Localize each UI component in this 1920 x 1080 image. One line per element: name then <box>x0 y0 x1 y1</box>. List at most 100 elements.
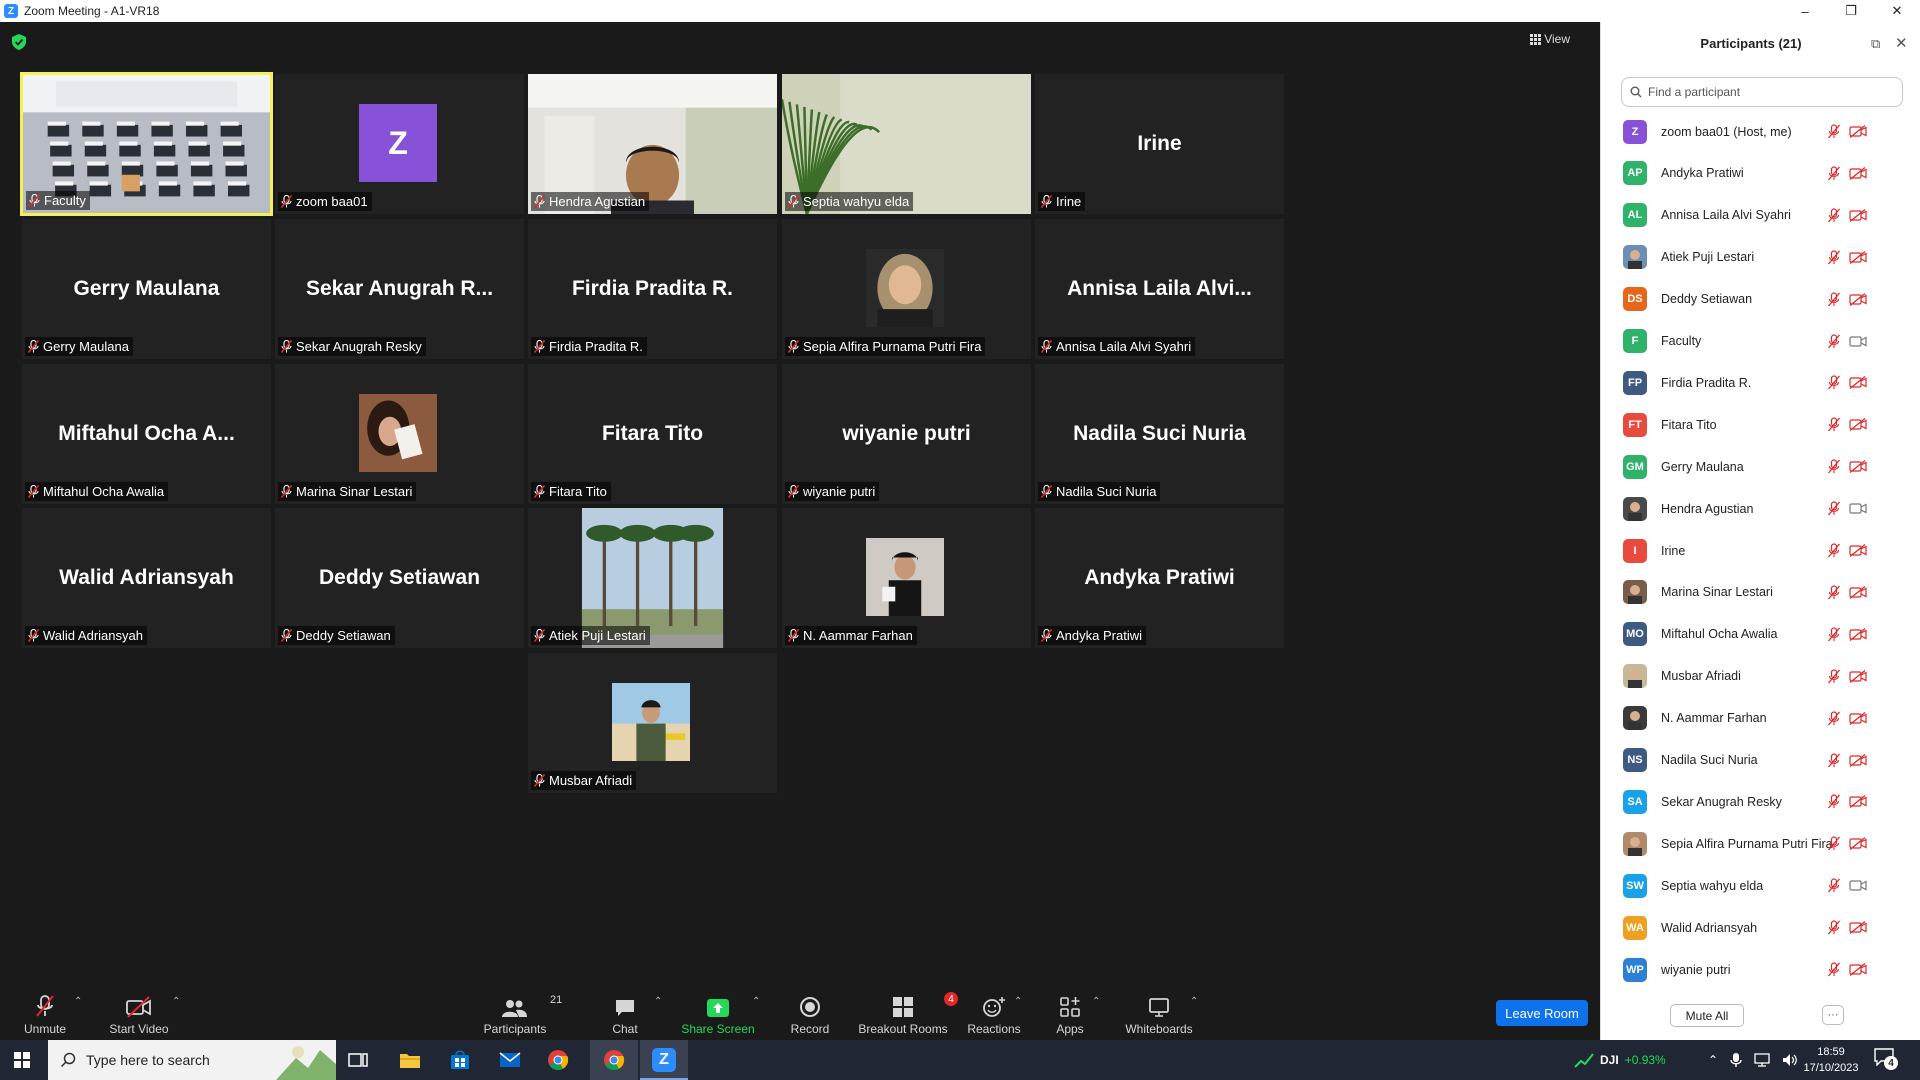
reactions-options-caret[interactable]: ⌃ <box>1014 996 1022 1007</box>
mic-muted-icon[interactable] <box>1827 208 1841 223</box>
mic-muted-icon[interactable] <box>1827 375 1841 390</box>
participant-row[interactable]: GM Gerry Maulana <box>1601 446 1920 487</box>
participant-row[interactable]: SA Sekar Anugrah Resky <box>1601 781 1920 822</box>
start-video-button[interactable]: Start Video <box>106 990 172 1040</box>
participant-row[interactable]: SW Septia wahyu elda <box>1601 865 1920 906</box>
chrome-icon[interactable] <box>546 1048 570 1072</box>
video-off-icon[interactable] <box>1849 921 1867 935</box>
close-icon[interactable]: ✕ <box>1874 0 1920 22</box>
mic-muted-icon[interactable] <box>1827 836 1841 851</box>
video-off-icon[interactable] <box>1849 585 1867 599</box>
mic-muted-icon[interactable] <box>1827 710 1841 726</box>
participant-row[interactable]: Musbar Afriadi <box>1601 656 1920 697</box>
unmute-button[interactable]: Unmute <box>18 990 72 1040</box>
zoom-taskbar-item[interactable]: Z <box>640 1040 688 1080</box>
video-on-icon[interactable] <box>1849 502 1867 515</box>
more-options-button[interactable]: ··· <box>1822 1005 1844 1025</box>
apps-button[interactable]: Apps <box>1054 990 1086 1040</box>
video-on-icon[interactable] <box>1849 335 1867 348</box>
mic-muted-icon[interactable] <box>1827 752 1841 768</box>
mic-muted-icon[interactable] <box>1827 878 1841 893</box>
mic-muted-icon[interactable] <box>1827 459 1841 474</box>
windows-start-icon[interactable] <box>14 1052 30 1068</box>
video-tile[interactable]: Sepia Alfira Purnama Putri Fira <box>782 219 1031 359</box>
video-tile[interactable]: Walid Adriansyah Walid Adriansyah <box>22 508 271 648</box>
video-on-icon[interactable] <box>1849 879 1867 892</box>
mic-muted-icon[interactable] <box>1827 124 1841 139</box>
mic-muted-icon[interactable] <box>1827 543 1841 558</box>
popout-icon[interactable]: ⧉ <box>1871 36 1880 52</box>
video-off-icon[interactable] <box>1849 376 1867 390</box>
mic-muted-icon[interactable] <box>1827 794 1841 809</box>
restore-icon[interactable]: ❐ <box>1828 0 1874 22</box>
participant-row[interactable]: Sepia Alfira Purnama Putri Fira <box>1601 823 1920 864</box>
taskbar-search[interactable] <box>48 1040 336 1080</box>
video-off-icon[interactable] <box>1849 460 1867 474</box>
participant-row[interactable]: N. Aammar Farhan <box>1601 698 1920 739</box>
mic-muted-icon[interactable] <box>1827 627 1841 642</box>
mic-muted-icon[interactable] <box>1827 250 1841 265</box>
video-tile[interactable]: Atiek Puji Lestari <box>528 508 777 648</box>
video-tile[interactable]: N. Aammar Farhan <box>782 508 1031 648</box>
audio-options-caret[interactable]: ⌃ <box>74 996 82 1007</box>
video-tile[interactable]: wiyanie putri wiyanie putri <box>782 364 1031 504</box>
mic-muted-icon[interactable] <box>1827 585 1841 600</box>
video-off-icon[interactable] <box>1849 795 1867 809</box>
mic-muted-icon[interactable] <box>1827 962 1841 977</box>
video-tile[interactable]: Irine Irine <box>1035 74 1284 214</box>
network-icon[interactable] <box>1754 1053 1770 1067</box>
participant-row[interactable]: WA Walid Adriansyah <box>1601 907 1920 948</box>
record-button[interactable]: Record <box>788 990 832 1040</box>
participant-row[interactable]: AL Annisa Laila Alvi Syahri <box>1601 195 1920 236</box>
share-options-caret[interactable]: ⌃ <box>752 996 760 1007</box>
taskbar-clock[interactable]: 18:59 17/10/2023 <box>1800 1044 1862 1076</box>
video-tile[interactable]: Miftahul Ocha A... Miftahul Ocha Awalia <box>22 364 271 504</box>
video-off-icon[interactable] <box>1849 962 1867 977</box>
video-tile[interactable]: Gerry Maulana Gerry Maulana <box>22 219 271 359</box>
video-off-icon[interactable] <box>1849 166 1867 180</box>
mic-muted-icon[interactable] <box>1827 920 1841 935</box>
video-off-icon[interactable] <box>1849 124 1867 139</box>
task-view-icon[interactable] <box>346 1048 370 1072</box>
stock-widget[interactable]: DJI +0.93% <box>1574 1040 1666 1080</box>
participant-search-input[interactable] <box>1648 85 1888 99</box>
mute-all-button[interactable]: Mute All <box>1670 1004 1744 1027</box>
video-off-icon[interactable] <box>1849 837 1867 851</box>
mail-icon[interactable] <box>498 1048 522 1072</box>
mic-muted-icon[interactable] <box>1827 669 1841 684</box>
video-tile[interactable]: Zzoom baa01 <box>275 74 524 214</box>
video-tile[interactable]: Deddy Setiawan Deddy Setiawan <box>275 508 524 648</box>
video-tile[interactable]: Nadila Suci Nuria Nadila Suci Nuria <box>1035 364 1284 504</box>
participant-row[interactable]: NS Nadila Suci Nuria <box>1601 740 1920 781</box>
video-tile[interactable]: Marina Sinar Lestari <box>275 364 524 504</box>
share-screen-button[interactable]: Share Screen <box>681 990 755 1040</box>
video-tile[interactable]: Faculty <box>20 72 273 216</box>
video-tile[interactable]: Annisa Laila Alvi... Annisa Laila Alvi Sy… <box>1035 219 1284 359</box>
participant-row[interactable]: FP Firdia Pradita R. <box>1601 362 1920 403</box>
chat-button[interactable]: Chat <box>608 990 642 1040</box>
chrome-profile-taskbar-item[interactable] <box>590 1040 638 1080</box>
tray-mic-icon[interactable] <box>1730 1052 1742 1068</box>
tray-chevron-icon[interactable]: ⌃ <box>1708 1053 1718 1067</box>
participant-search[interactable] <box>1621 77 1903 107</box>
video-tile[interactable]: Musbar Afriadi <box>528 653 777 793</box>
file-explorer-icon[interactable] <box>398 1048 422 1072</box>
store-icon[interactable] <box>448 1048 472 1072</box>
participant-row[interactable]: WP wiyanie putri <box>1601 949 1920 990</box>
mic-muted-icon[interactable] <box>1827 501 1841 516</box>
participant-row[interactable]: Atiek Puji Lestari <box>1601 237 1920 278</box>
participant-row[interactable]: Hendra Agustian <box>1601 488 1920 529</box>
video-off-icon[interactable] <box>1849 669 1867 683</box>
video-off-icon[interactable] <box>1849 208 1867 222</box>
video-off-icon[interactable] <box>1849 250 1867 264</box>
chat-options-caret[interactable]: ⌃ <box>654 996 662 1007</box>
participant-row[interactable]: FT Fitara Tito <box>1601 404 1920 445</box>
participants-button[interactable]: 21 Participants <box>478 990 563 1040</box>
encryption-shield-icon[interactable] <box>12 34 26 50</box>
video-off-icon[interactable] <box>1849 711 1867 725</box>
mic-muted-icon[interactable] <box>1827 417 1841 432</box>
volume-icon[interactable] <box>1782 1053 1798 1067</box>
participant-row[interactable]: AP Andyka Pratiwi <box>1601 153 1920 194</box>
view-button[interactable]: View <box>1530 32 1570 46</box>
apps-options-caret[interactable]: ⌃ <box>1092 996 1100 1007</box>
